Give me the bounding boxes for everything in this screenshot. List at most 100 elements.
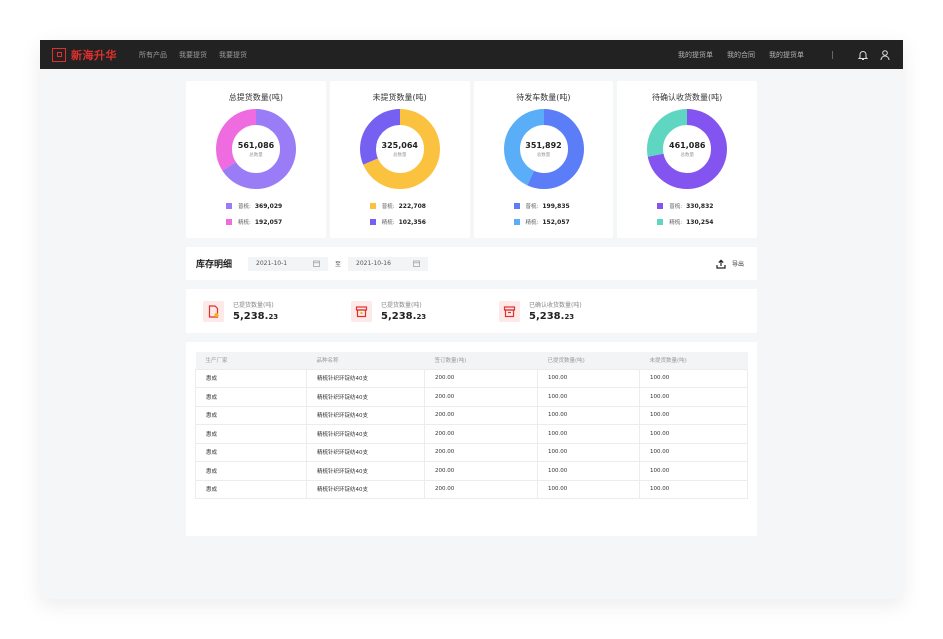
- export-button[interactable]: 导出: [716, 259, 744, 269]
- donut-total-label: 总数量: [249, 152, 263, 158]
- column-header: 已提货数量(吨): [537, 352, 640, 369]
- card-title: 待确认收货数量(吨): [652, 93, 723, 102]
- donut-total-label: 总数量: [393, 152, 407, 158]
- inventory-table: 生产厂家 品种名称 签订数量(吨) 已提货数量(吨) 未提货数量(吨) 惠成 精梳…: [195, 352, 748, 499]
- nav-my-pickup-orders[interactable]: 我的提货单: [678, 50, 713, 60]
- document-icon: [203, 300, 224, 322]
- legend-swatch: [513, 219, 520, 225]
- donut-total-label: 总数量: [536, 152, 551, 158]
- table-cell: 惠成: [195, 442, 307, 462]
- legend-item-regular: 普梳: 199,835: [513, 202, 604, 210]
- legend-item-combed: 精梳: 152,057: [513, 218, 604, 226]
- export-label: 导出: [731, 261, 744, 268]
- table-cell: 精梳针织环锭纺40支: [306, 461, 425, 481]
- nav-divider: [832, 50, 833, 59]
- table-cell: 100.00: [537, 405, 640, 425]
- stat-picked-up: 已提货数量(吨) 5,238.23: [203, 300, 351, 322]
- table-row: 惠成 精梳针织环锭纺40支 200.00 100.00 100.00: [195, 405, 748, 425]
- legend-swatch: [657, 219, 664, 225]
- table-cell: 200.00: [424, 387, 538, 407]
- nav-my-pickup-orders-2[interactable]: 我的提货单: [769, 50, 804, 60]
- user-icon[interactable]: [879, 49, 891, 61]
- legend-label: 精梳:: [381, 220, 395, 226]
- legend-value: 330,832: [686, 202, 714, 210]
- start-date-picker[interactable]: 2021-10-1: [248, 256, 329, 271]
- top-nav-bar: 新海升华 所有产品 我要提货 我要提货 我的提货单 我的合同 我的提货单: [40, 40, 903, 69]
- nav-all-products[interactable]: 所有产品: [139, 50, 167, 60]
- legend-swatch: [226, 203, 232, 209]
- stats-bar: 已提货数量(吨) 5,238.23 已提货数量(吨) 5,238.23 已确认收…: [186, 289, 757, 333]
- legend-value: 222,708: [398, 202, 426, 210]
- stat-value: 5,238.23: [233, 311, 279, 322]
- legend-item-combed: 精梳: 130,254: [657, 218, 747, 226]
- card-title: 未提货数量(吨): [372, 93, 427, 102]
- section-title: 库存明细: [196, 260, 233, 270]
- end-date-picker[interactable]: 2021-10-16: [348, 256, 429, 271]
- stat-label: 已提货数量(吨): [381, 302, 422, 309]
- table-cell: 100.00: [537, 387, 640, 407]
- legend-label: 普梳:: [525, 204, 539, 210]
- table-header-row: 生产厂家 品种名称 签订数量(吨) 已提货数量(吨) 未提货数量(吨): [195, 352, 748, 369]
- date-range-separator: 至: [335, 261, 342, 268]
- table-cell: 惠成: [195, 368, 307, 388]
- legend-value: 130,254: [686, 218, 714, 226]
- nav-pickup[interactable]: 我要提货: [179, 50, 207, 60]
- table-cell: 100.00: [639, 405, 748, 425]
- table-row: 惠成 精梳针织环锭纺40支 200.00 100.00 100.00: [195, 479, 748, 499]
- legend-item-combed: 精梳: 192,057: [226, 218, 316, 226]
- nav-my-contracts[interactable]: 我的合同: [727, 50, 755, 60]
- legend-item-combed: 精梳: 102,356: [369, 218, 460, 226]
- legend-value: 102,356: [398, 218, 426, 226]
- logo-icon: [52, 47, 66, 62]
- stat-value: 5,238.23: [381, 311, 427, 322]
- inventory-filter-bar: 库存明细 2021-10-1 至 2021-10-16 导出: [186, 247, 757, 280]
- legend-label: 普梳:: [669, 204, 683, 210]
- legend-value: 199,835: [542, 202, 570, 210]
- legend-swatch: [369, 219, 376, 225]
- start-date-value: 2021-10-1: [256, 260, 288, 267]
- table-cell: 精梳针织环锭纺40支: [306, 479, 425, 499]
- table-cell: 100.00: [639, 387, 748, 407]
- legend-value: 369,029: [254, 202, 283, 210]
- stat-picked-up-2: 已提货数量(吨) 5,238.23: [351, 300, 499, 322]
- calendar-icon: [313, 260, 320, 267]
- card-title: 待发车数量(吨): [516, 93, 571, 102]
- bell-icon[interactable]: [857, 49, 869, 61]
- table-body: 惠成 精梳针织环锭纺40支 200.00 100.00 100.00 惠成 精梳针织环锭纺4…: [195, 368, 748, 499]
- table-cell: 100.00: [639, 479, 748, 499]
- calendar-icon: [413, 260, 420, 267]
- inventory-table-panel: 生产厂家 品种名称 签订数量(吨) 已提货数量(吨) 未提货数量(吨) 惠成 精梳…: [186, 342, 757, 536]
- legend-item-regular: 普梳: 222,708: [369, 202, 460, 210]
- legend-value: 192,057: [254, 218, 283, 226]
- card-awaiting-dispatch: 待发车数量(吨) 351,892 总数量 普梳: 199,835 精梳: 152…: [473, 81, 614, 238]
- table-cell: 惠成: [195, 387, 307, 407]
- legend-swatch: [369, 203, 376, 209]
- nav-pickup-2[interactable]: 我要提货: [219, 50, 247, 60]
- table-cell: 惠成: [195, 479, 307, 499]
- table-cell: 100.00: [639, 461, 748, 481]
- table-cell: 100.00: [537, 442, 640, 462]
- table-row: 惠成 精梳针织环锭纺40支 200.00 100.00 100.00: [195, 442, 748, 462]
- legend-label: 普梳:: [238, 204, 251, 210]
- table-cell: 200.00: [424, 461, 538, 481]
- brand-name: 新海升华: [71, 48, 117, 62]
- table-cell: 100.00: [537, 368, 640, 388]
- card-awaiting-receipt: 待确认收货数量(吨) 461,086 总数量 普梳: 330,832 精梳: 1…: [617, 81, 757, 238]
- table-row: 惠成 精梳针织环锭纺40支 200.00 100.00 100.00: [195, 424, 748, 444]
- legend-label: 精梳:: [525, 220, 539, 226]
- upload-icon: [716, 259, 726, 269]
- table-row: 惠成 精梳针织环锭纺40支 200.00 100.00 100.00: [195, 368, 748, 388]
- column-header: 签订数量(吨): [424, 352, 538, 369]
- table-cell: 200.00: [424, 405, 538, 425]
- legend-label: 精梳:: [238, 220, 251, 226]
- donut-total-value: 351,892: [525, 140, 562, 150]
- table-cell: 200.00: [424, 479, 538, 499]
- table-cell: 100.00: [537, 424, 640, 444]
- app-window: 新海升华 所有产品 我要提货 我要提货 我的提货单 我的合同 我的提货单 总提货…: [40, 40, 903, 599]
- donut-total-label: 总数量: [680, 152, 695, 158]
- donut-total-value: 461,086: [669, 140, 706, 150]
- end-date-value: 2021-10-16: [356, 260, 391, 267]
- legend-label: 精梳:: [669, 220, 683, 226]
- archive-icon: [499, 300, 520, 322]
- column-header: 品种名称: [306, 352, 425, 369]
